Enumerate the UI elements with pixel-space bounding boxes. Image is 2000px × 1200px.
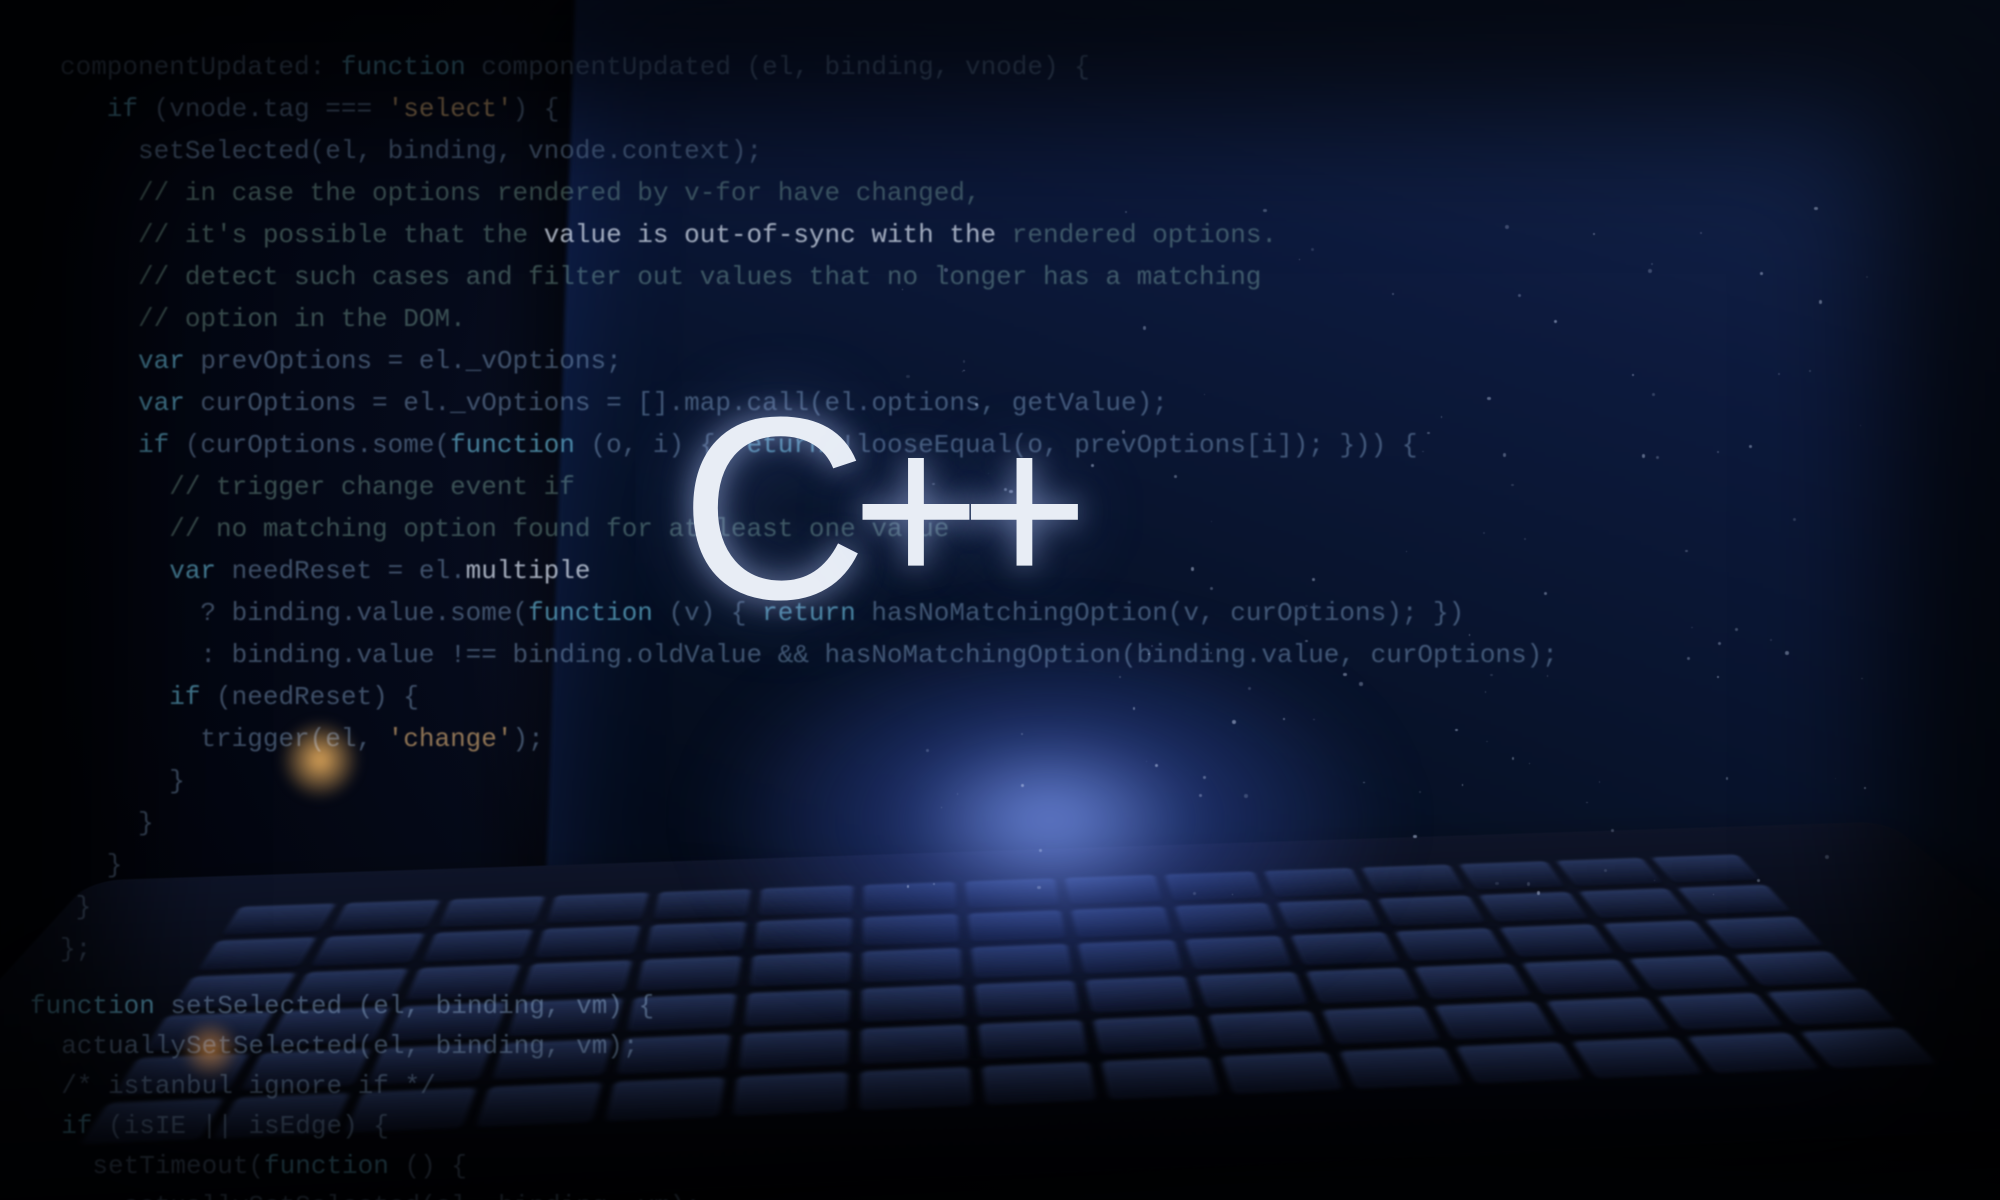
- keyboard-key: [1264, 868, 1366, 897]
- keyboard-key: [1556, 858, 1664, 886]
- keyboard-key: [754, 918, 853, 950]
- keyboard-key: [1208, 1011, 1325, 1050]
- keyboard-key: [1414, 964, 1531, 1000]
- keyboard-key: [758, 885, 853, 915]
- keyboard-key: [971, 944, 1074, 978]
- keyboard-key: [475, 1083, 601, 1128]
- keyboard-key: [1629, 955, 1751, 990]
- keyboard-key: [534, 925, 641, 958]
- keyboard-key: [507, 998, 623, 1036]
- keyboard-key: [1579, 888, 1691, 918]
- keyboard-key: [387, 1003, 507, 1041]
- keyboard-key: [744, 989, 850, 1026]
- keyboard-key: [1065, 875, 1163, 905]
- keyboard-key: [981, 1062, 1097, 1105]
- keyboard-key: [438, 896, 545, 927]
- keyboard-key: [1459, 861, 1565, 890]
- keyboard-key: [1093, 1015, 1207, 1054]
- hero-image: componentUpdated: function componentUpda…: [0, 0, 2000, 1200]
- keyboard-key: [1339, 1047, 1464, 1089]
- keyboard-key: [310, 933, 425, 966]
- keyboard-key: [221, 904, 335, 935]
- keyboard-key: [1479, 892, 1589, 923]
- keyboard-key: [1500, 924, 1614, 957]
- keyboard-key: [405, 965, 520, 1001]
- lens-flare: [280, 720, 360, 800]
- keyboard-key: [749, 952, 851, 987]
- keyboard-key: [213, 1093, 351, 1139]
- keyboard-key: [1522, 959, 1641, 994]
- keyboard-key: [1185, 936, 1292, 970]
- keyboard-key: [968, 910, 1067, 942]
- keyboard-key: [1291, 932, 1401, 965]
- keyboard-key: [978, 1020, 1089, 1060]
- keyboard-key: [1277, 899, 1383, 930]
- keyboard-key: [1362, 865, 1466, 894]
- keyboard-key: [1322, 1006, 1441, 1045]
- keyboard-key: [366, 1044, 492, 1086]
- keyboard-key: [1657, 993, 1784, 1031]
- keyboard-key: [974, 981, 1081, 1018]
- keyboard-key: [859, 1067, 972, 1110]
- keyboard-key: [265, 1007, 390, 1046]
- keyboard-key: [1221, 1052, 1343, 1094]
- keyboard-key: [1306, 968, 1420, 1004]
- keyboard-key: [1396, 928, 1508, 961]
- keyboard-key: [862, 948, 963, 983]
- keyboard-key: [1456, 1042, 1584, 1084]
- keyboard-key: [289, 969, 409, 1005]
- keyboard-key: [738, 1029, 849, 1070]
- keyboard-key: [1546, 997, 1671, 1035]
- keyboard-key: [197, 937, 316, 971]
- keyboard-key: [1102, 1057, 1221, 1100]
- keyboard-key: [330, 900, 440, 931]
- keyboard-key: [345, 1088, 477, 1133]
- keyboard-key: [521, 960, 632, 995]
- keyboard-key: [1078, 940, 1183, 974]
- keyboard-key: [1378, 895, 1486, 926]
- keyboard-key: [1165, 871, 1265, 900]
- keyboard-key: [1687, 1033, 1820, 1074]
- keyboard-key: [1071, 906, 1172, 938]
- keyboard-key: [1196, 972, 1308, 1008]
- keyboard-key: [1572, 1038, 1702, 1079]
- keyboard-key: [652, 889, 751, 919]
- keyboard-key: [862, 914, 959, 946]
- keyboard-key: [1085, 976, 1194, 1013]
- keyboard-key: [240, 1049, 371, 1091]
- keyboard-key: [863, 882, 957, 912]
- keyboard-key: [860, 1025, 969, 1065]
- keyboard-key: [1174, 903, 1277, 934]
- keyboard-key: [1434, 1002, 1556, 1040]
- keyboard-key: [546, 893, 649, 924]
- keyboard-key: [1603, 921, 1720, 954]
- keyboard-key: [635, 956, 742, 991]
- keyboard-key: [733, 1072, 848, 1116]
- keyboard-key: [604, 1078, 725, 1122]
- keyboard-key: [644, 921, 747, 954]
- keyboard-key: [861, 985, 966, 1022]
- keyboard-key: [626, 994, 737, 1032]
- keyboard-key: [616, 1034, 732, 1075]
- keyboard-key: [965, 878, 1060, 908]
- keyboard-key: [422, 929, 533, 962]
- keyboard-key: [492, 1039, 613, 1080]
